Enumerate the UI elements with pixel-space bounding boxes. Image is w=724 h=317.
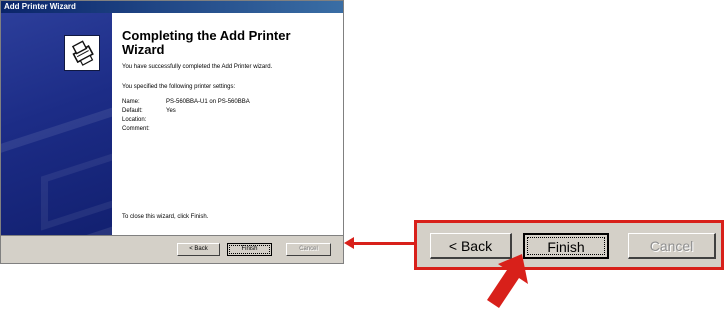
cancel-button[interactable]: Cancel bbox=[286, 243, 331, 256]
finish-button[interactable]: Finish bbox=[227, 243, 272, 256]
zoom-cancel-button[interactable]: Cancel bbox=[628, 233, 716, 259]
setting-label-comment: Comment: bbox=[122, 126, 150, 132]
red-arrow-icon bbox=[478, 252, 538, 312]
printer-icon bbox=[64, 35, 100, 71]
setting-label-name: Name: bbox=[122, 99, 140, 105]
setting-value-default: Yes bbox=[166, 108, 176, 114]
settings-intro: You specified the following printer sett… bbox=[122, 84, 236, 90]
setting-label-location: Location: bbox=[122, 117, 147, 123]
callout-arrow-head bbox=[344, 237, 354, 249]
success-message: You have successfully completed the Add … bbox=[122, 64, 273, 70]
setting-value-name: PS-560BBA-U1 on PS-560BBA bbox=[166, 99, 250, 105]
page-title: Completing the Add Printer Wizard bbox=[122, 28, 291, 57]
window-title: Add Printer Wizard bbox=[1, 1, 343, 13]
close-instruction: To close this wizard, click Finish. bbox=[122, 214, 209, 220]
zoomed-button-bar: < Back Finish Cancel bbox=[414, 220, 724, 270]
wizard-button-bar: < Back Finish Cancel bbox=[1, 235, 343, 263]
wizard-sidebar bbox=[1, 13, 112, 235]
setting-label-default: Default: bbox=[122, 108, 143, 114]
wizard-content: Completing the Add Printer Wizard You ha… bbox=[112, 13, 343, 235]
callout-arrow-line bbox=[352, 242, 414, 245]
add-printer-wizard-window: Add Printer Wizard Completing the Add Pr… bbox=[0, 0, 344, 264]
back-button[interactable]: < Back bbox=[177, 243, 220, 256]
